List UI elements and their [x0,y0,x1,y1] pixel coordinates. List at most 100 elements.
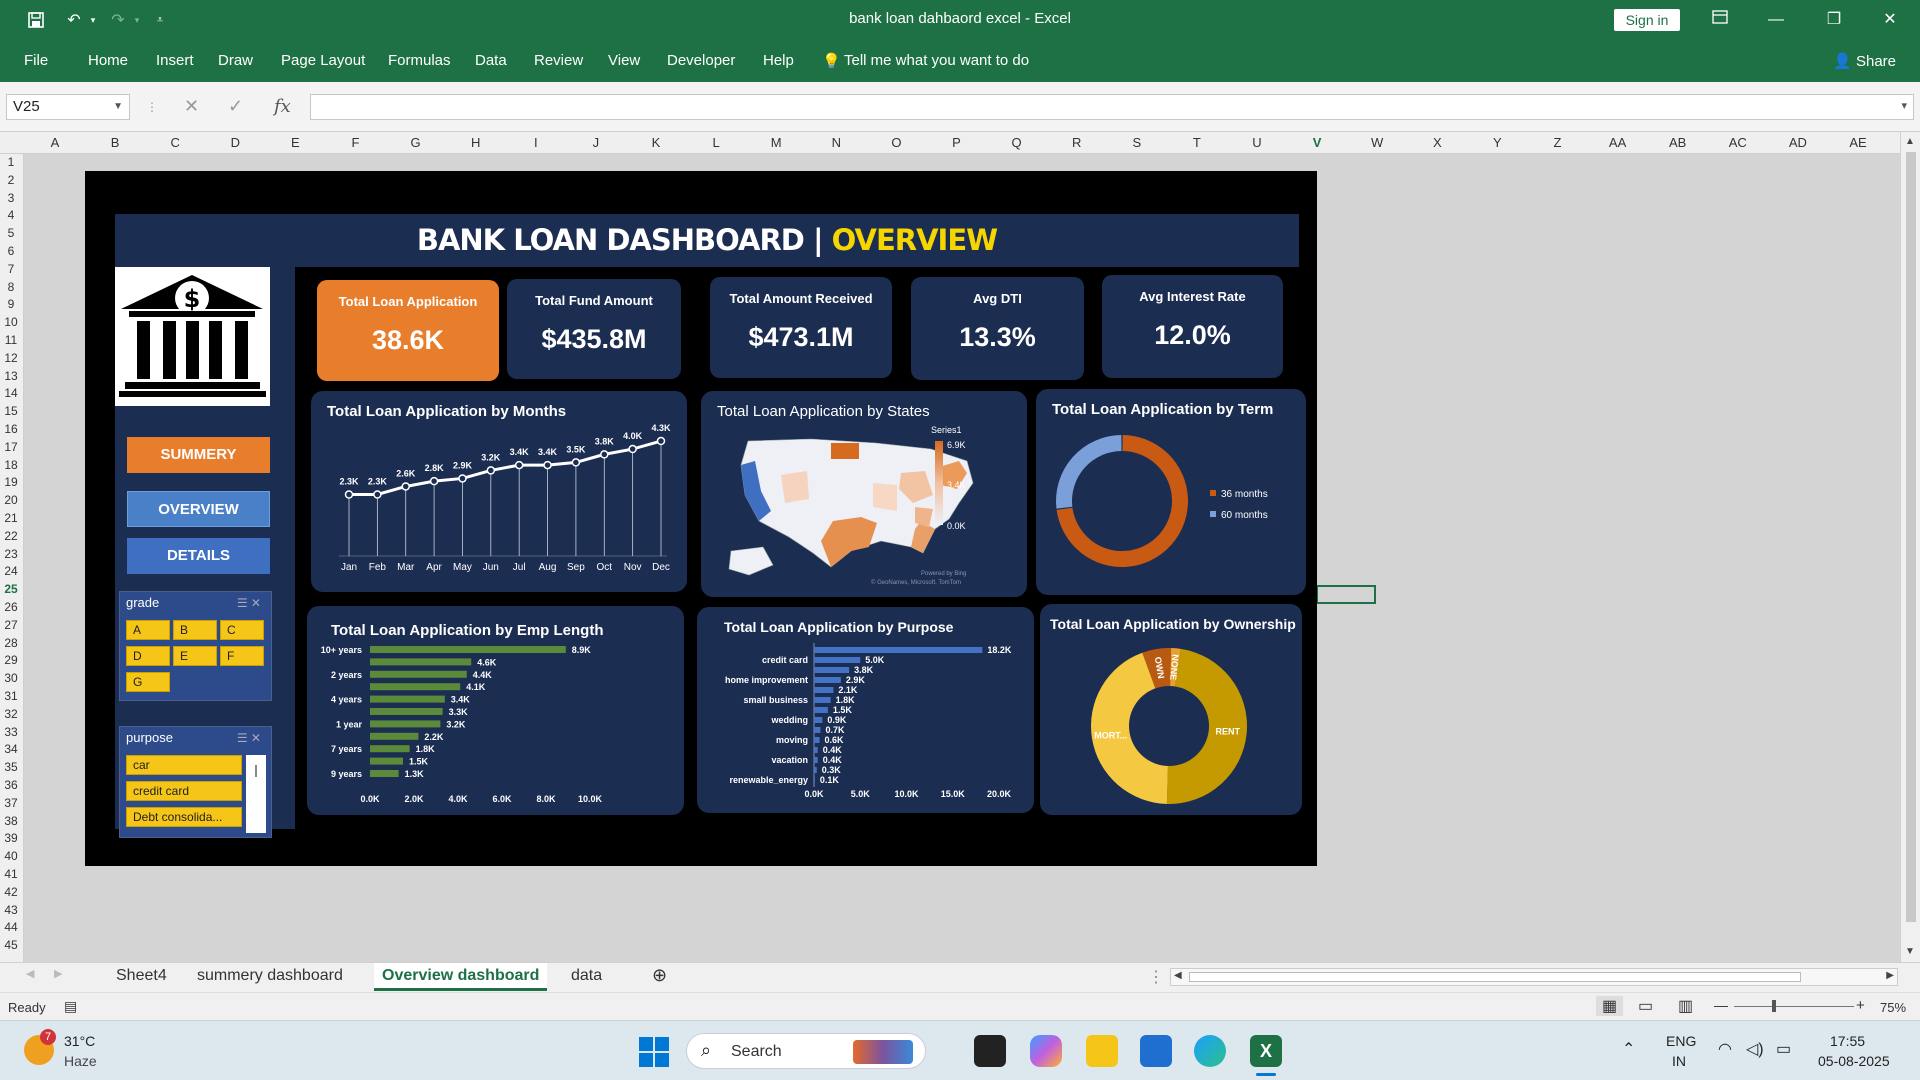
file-explorer-icon[interactable] [1086,1035,1118,1067]
row-header-40[interactable]: 40 [0,849,22,863]
column-header-y[interactable]: Y [1477,135,1517,150]
column-header-t[interactable]: T [1177,135,1217,150]
tab-page-layout[interactable]: Page Layout [281,52,365,69]
column-header-k[interactable]: K [636,135,676,150]
next-sheet-icon[interactable]: ▶ [54,967,62,980]
row-header-19[interactable]: 19 [0,475,22,489]
column-header-j[interactable]: J [576,135,616,150]
ribbon-display-icon[interactable] [1700,6,1740,34]
purpose-chip-car[interactable]: car [126,755,242,775]
purpose-chip-debt[interactable]: Debt consolida... [126,807,242,827]
row-header-32[interactable]: 32 [0,707,22,721]
page-layout-view-icon[interactable]: ▭ [1638,996,1653,1016]
row-header-6[interactable]: 6 [0,244,22,258]
tab-formulas[interactable]: Formulas [388,52,451,69]
tab-draw[interactable]: Draw [218,52,253,69]
row-header-15[interactable]: 15 [0,404,22,418]
chart-emp-length[interactable]: Total Loan Application by Emp Length 8.9… [307,606,684,815]
row-header-11[interactable]: 11 [0,333,22,347]
sheet-tab-summery[interactable]: summery dashboard [197,967,343,985]
scroll-right-icon[interactable]: ▶ [1886,970,1894,981]
enter-icon[interactable]: ✓ [228,96,243,117]
row-header-35[interactable]: 35 [0,760,22,774]
slicer-scroll-thumb[interactable] [255,765,257,777]
redo-dropdown-icon[interactable]: ▾ [130,8,144,32]
cancel-icon[interactable]: ✕ [184,96,199,117]
insert-function-icon[interactable]: fx [274,96,291,117]
edge-icon[interactable] [1194,1035,1226,1067]
row-header-18[interactable]: 18 [0,458,22,472]
column-header-n[interactable]: N [816,135,856,150]
grade-chip-a[interactable]: A [126,620,170,640]
column-header-c[interactable]: C [155,135,195,150]
restore-icon[interactable]: ❐ [1814,6,1854,34]
language-line1[interactable]: ENG [1666,1033,1696,1049]
weather-desc[interactable]: Haze [64,1053,97,1069]
clock-time[interactable]: 17:55 [1830,1033,1865,1049]
row-header-3[interactable]: 3 [0,191,22,205]
expand-formula-icon[interactable]: ▾ [1901,99,1907,112]
sheet-tab-data[interactable]: data [571,967,602,985]
clock-date[interactable]: 05-08-2025 [1818,1053,1890,1069]
column-header-q[interactable]: Q [997,135,1037,150]
split-handle-icon[interactable]: ⋮ [1148,967,1164,987]
summary-button[interactable]: SUMMERY [127,437,270,473]
row-header-24[interactable]: 24 [0,564,22,578]
row-header-37[interactable]: 37 [0,796,22,810]
row-header-5[interactable]: 5 [0,226,22,240]
store-icon[interactable] [1140,1035,1172,1067]
active-cell-selection[interactable] [1316,585,1376,604]
grade-chip-b[interactable]: B [173,620,217,640]
sheet-tab-overview[interactable]: Overview dashboard [374,963,548,991]
column-header-s[interactable]: S [1117,135,1157,150]
column-header-i[interactable]: I [516,135,556,150]
row-header-34[interactable]: 34 [0,742,22,756]
row-header-12[interactable]: 12 [0,351,22,365]
tab-view[interactable]: View [608,52,640,69]
row-header-33[interactable]: 33 [0,725,22,739]
row-header-30[interactable]: 30 [0,671,22,685]
excel-taskbar-icon[interactable]: X [1250,1035,1282,1067]
chart-ownership[interactable]: Total Loan Application by Ownership OWN N… [1040,604,1302,815]
chart-months[interactable]: Total Loan Application by Months 2.3K Jan… [311,391,687,592]
column-header-ad[interactable]: AD [1778,135,1818,150]
tell-me-search[interactable]: Tell me what you want to do [844,52,1029,69]
vertical-scroll-thumb[interactable] [1906,152,1916,922]
purpose-chip-credit-card[interactable]: credit card [126,781,242,801]
weather-temp[interactable]: 31°C [64,1033,95,1049]
row-header-27[interactable]: 27 [0,618,22,632]
page-break-view-icon[interactable]: ▥ [1678,996,1693,1016]
zoom-level[interactable]: 75% [1880,1000,1906,1015]
scroll-left-icon[interactable]: ◀ [1174,970,1182,981]
column-header-a[interactable]: A [35,135,75,150]
save-icon[interactable] [24,8,48,32]
row-header-43[interactable]: 43 [0,903,22,917]
column-header-ac[interactable]: AC [1718,135,1758,150]
column-header-l[interactable]: L [696,135,736,150]
column-header-e[interactable]: E [275,135,315,150]
row-header-39[interactable]: 39 [0,831,22,845]
row-header-13[interactable]: 13 [0,369,22,383]
slicer-scrollbar[interactable] [246,755,266,833]
windows-start-icon[interactable] [639,1037,669,1067]
vertical-scrollbar[interactable]: ▲ ▼ [1900,132,1920,962]
scroll-up-icon[interactable]: ▲ [1905,136,1915,147]
tab-file[interactable]: File [24,52,48,69]
row-header-42[interactable]: 42 [0,885,22,899]
column-header-p[interactable]: P [937,135,977,150]
horizontal-scroll-thumb[interactable] [1189,972,1801,982]
multi-select-icon[interactable]: ☰ ✕ [237,727,261,749]
row-header-29[interactable]: 29 [0,653,22,667]
copilot-icon[interactable] [1030,1035,1062,1067]
row-header-1[interactable]: 1 [0,155,22,169]
name-box[interactable]: V25 ▼ [6,94,130,120]
share-button[interactable]: 👤 Share [1833,52,1896,70]
row-header-20[interactable]: 20 [0,493,22,507]
column-header-f[interactable]: F [336,135,376,150]
details-button[interactable]: DETAILS [127,538,270,574]
taskbar-search[interactable]: ⌕ Search [686,1033,926,1069]
row-header-16[interactable]: 16 [0,422,22,436]
task-view-icon[interactable] [974,1035,1006,1067]
wifi-icon[interactable]: ◠ [1718,1039,1732,1059]
grade-chip-f[interactable]: F [220,646,264,666]
